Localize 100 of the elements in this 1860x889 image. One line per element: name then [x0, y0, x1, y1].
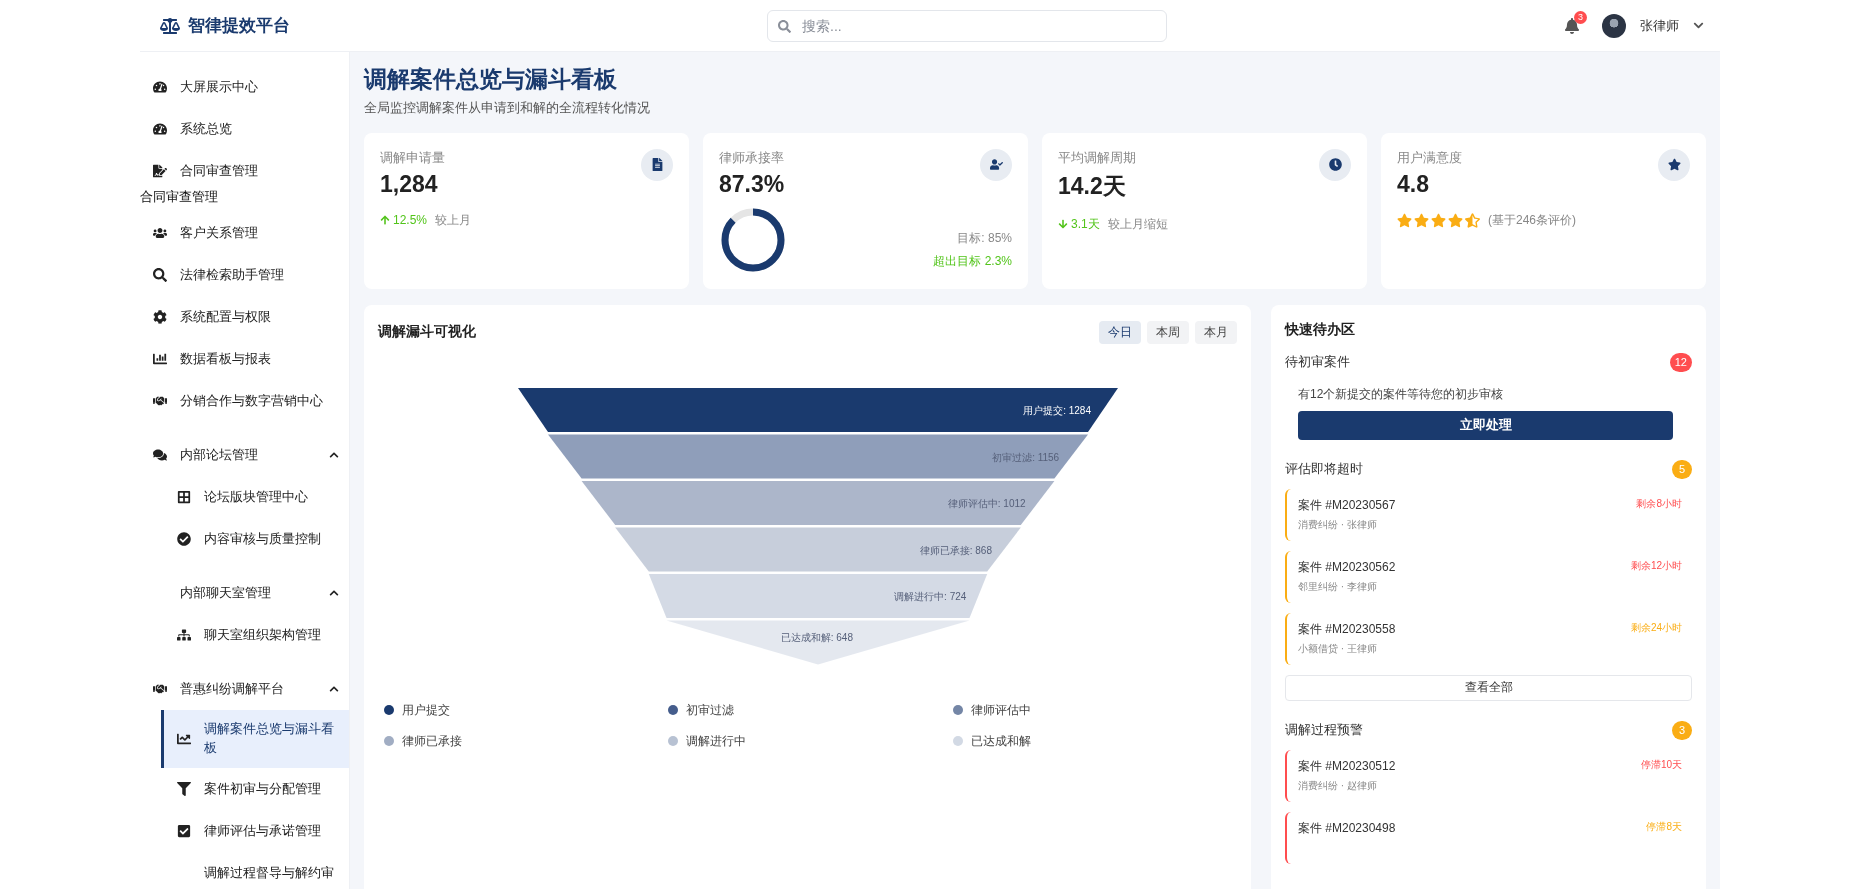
app-logo: 智律提效平台: [188, 15, 290, 37]
case-item[interactable]: 案件 #M20230512 消费纠纷 · 赵律师 停滞10天: [1285, 749, 1692, 802]
panel-title: 调解漏斗可视化: [378, 323, 476, 341]
half-star-icon: [1465, 212, 1480, 228]
clock-icon: [1319, 148, 1351, 181]
case-number: 案件 #M20230558: [1298, 620, 1396, 638]
count-badge: 3: [1672, 720, 1692, 740]
page-title: 调解案件总览与漏斗看板: [364, 65, 618, 94]
sidebar-item[interactable]: 数据看板与报表: [140, 338, 349, 380]
due-text: 剩余8小时: [1636, 496, 1682, 511]
panel-title: 快速待办区: [1285, 320, 1356, 339]
legend-label: 初审过滤: [686, 701, 735, 719]
sidebar-item[interactable]: 内容审核与质量控制: [161, 518, 349, 560]
case-meta: 邻里纠纷 · 李律师: [1298, 579, 1378, 594]
case-item[interactable]: 案件 #M20230558 小额借贷 · 王律师 剩余24小时: [1285, 612, 1692, 665]
users-icon: [152, 226, 168, 240]
chevron-up-icon: [329, 450, 339, 460]
delta-text: 超出目标 2.3%: [933, 252, 1012, 270]
notification-badge: 3: [1574, 10, 1587, 24]
section-title: 评估即将超时: [1285, 460, 1363, 478]
segment-label: 律师已承接: 868: [919, 544, 992, 555]
sidebar-item[interactable]: 调解案件总览与漏斗看板: [161, 710, 349, 768]
due-text: 停滞10天: [1640, 757, 1682, 772]
stat-label: 调解申请量: [380, 148, 445, 167]
handshake-icon: [152, 682, 168, 696]
process-button[interactable]: 立即处理: [1298, 410, 1673, 440]
star-icon: [1448, 212, 1463, 228]
line-chart-icon: [176, 732, 192, 746]
stat-label: 律师承接率: [719, 148, 784, 167]
search-field[interactable]: 搜索...: [767, 9, 1167, 42]
range-tab[interactable]: 今日: [1099, 320, 1141, 344]
bar-chart-icon: [152, 352, 168, 366]
legend-label: 调解进行中: [686, 732, 747, 750]
sidebar-item[interactable]: 聊天室组织架构管理: [161, 614, 349, 656]
range-tab[interactable]: 本周: [1147, 320, 1189, 344]
sidebar-group[interactable]: 普惠纠纷调解平台: [140, 668, 349, 710]
scales-icon: [160, 15, 180, 36]
view-all-button[interactable]: 查看全部: [1285, 674, 1692, 701]
chevron-up-icon: [329, 588, 339, 598]
user-check-icon: [980, 148, 1012, 181]
settings-icon: [152, 310, 168, 324]
stat-value: 1,284: [380, 170, 438, 198]
sidebar-item[interactable]: 大屏展示中心: [140, 66, 349, 108]
due-text: 剩余12小时: [1630, 558, 1682, 573]
case-item[interactable]: 案件 #M20230567 消费纠纷 · 张律师 剩余8小时: [1285, 488, 1692, 541]
sidebar-item[interactable]: 律师评估与承诺管理: [161, 810, 349, 852]
search-icon: [778, 19, 791, 33]
chevron-up-icon: [329, 684, 339, 694]
case-item[interactable]: 案件 #M20230562 邻里纠纷 · 李律师 剩余12小时: [1285, 550, 1692, 603]
comparison-note: 较上月: [435, 211, 472, 229]
count-badge: 5: [1672, 459, 1692, 479]
section-title: 调解过程预警: [1285, 721, 1363, 739]
sidebar-group[interactable]: 内部论坛管理: [140, 434, 349, 476]
case-number: 案件 #M20230567: [1298, 496, 1396, 514]
avatar[interactable]: [1602, 13, 1626, 38]
star-icon: [1414, 212, 1429, 228]
sidebar-item[interactable]: 案件初审与分配管理: [161, 768, 349, 810]
sidebar-item[interactable]: 系统总览: [140, 108, 349, 150]
user-name[interactable]: 张律师: [1640, 16, 1679, 35]
segment-label: 律师评估中: 1012: [947, 497, 1026, 509]
section-title: 待初审案件: [1285, 353, 1350, 371]
case-number: 案件 #M20230512: [1298, 757, 1396, 775]
legend-label: 律师评估中: [970, 701, 1031, 719]
case-meta: 消费纠纷 · 赵律师: [1298, 778, 1378, 793]
checkbox-icon: [176, 824, 192, 838]
case-item[interactable]: 案件 #M20230498 停滞8天: [1285, 811, 1692, 864]
star-icon: [1397, 212, 1412, 228]
comparison-note: 较上月缩短: [1107, 215, 1168, 233]
sidebar-item[interactable]: 调解过程督导与解约审: [161, 852, 349, 889]
signed-file-icon: [152, 164, 168, 178]
gauge-icon: [152, 122, 168, 136]
stat-value: 4.8: [1397, 170, 1429, 198]
chat-bubbles-icon: [152, 448, 168, 462]
sidebar-item[interactable]: 客户关系管理: [140, 212, 349, 254]
sidebar-group[interactable]: 内部聊天室管理: [140, 572, 349, 614]
target-text: 目标: 85%: [957, 229, 1012, 247]
chevron-down-icon[interactable]: [1693, 20, 1704, 31]
sidebar-item[interactable]: 论坛版块管理中心: [161, 476, 349, 518]
page-subtitle: 全局监控调解案件从申请到和解的全流程转化情况: [364, 98, 651, 117]
sidebar-item[interactable]: 法律检索助手管理: [140, 254, 349, 296]
stat-label: 用户满意度: [1397, 148, 1462, 167]
grid-icon: [176, 490, 192, 504]
floating-label: 合同审查管理: [140, 188, 218, 206]
notice-text: 有12个新提交的案件等待您的初步审核: [1298, 385, 1505, 403]
legend-label: 律师已承接: [402, 732, 462, 750]
legend-label: 用户提交: [402, 701, 450, 719]
range-tab[interactable]: 本月: [1195, 320, 1237, 344]
sidebar-item[interactable]: 系统配置与权限: [140, 296, 349, 338]
case-meta: 小额借贷 · 王律师: [1298, 641, 1378, 656]
sidebar-item[interactable]: 分销合作与数字营销中心: [140, 380, 349, 422]
legend-label: 已达成和解: [970, 732, 1031, 750]
bell-icon[interactable]: [1564, 17, 1580, 34]
case-number: 案件 #M20230498: [1298, 819, 1396, 837]
change-value: 12.5%: [393, 213, 428, 227]
due-text: 停滞8天: [1646, 819, 1682, 834]
due-text: 剩余24小时: [1630, 620, 1682, 635]
segment-label: 用户提交: 1284: [1023, 404, 1091, 416]
search-icon: [152, 268, 168, 282]
gauge-icon: [152, 80, 168, 94]
rating-note: (基于246条评价): [1488, 211, 1576, 229]
